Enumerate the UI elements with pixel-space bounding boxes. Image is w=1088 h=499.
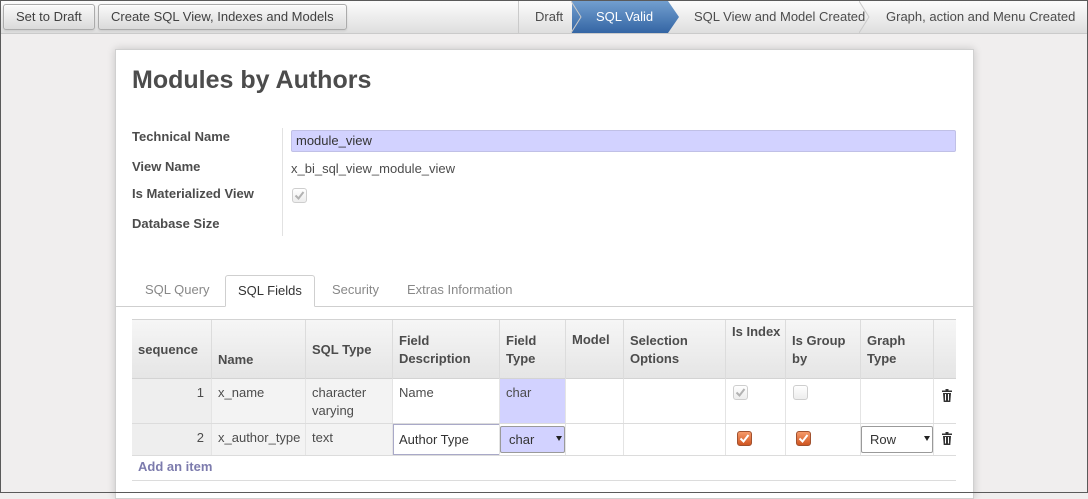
step-graph-action-menu-created[interactable]: Graph, action and Menu Created — [860, 1, 1087, 33]
materialized-view-checkbox[interactable] — [292, 188, 307, 203]
column-header-actions — [933, 320, 956, 379]
dropdown-caret-icon — [924, 436, 930, 441]
cell-is-group-by[interactable] — [785, 424, 860, 455]
view-name-label: View Name — [132, 159, 201, 174]
technical-name-input[interactable]: module_view — [291, 130, 956, 152]
tab-extras-information[interactable]: Extras Information — [395, 275, 525, 307]
table-row[interactable]: 2 x_author_type text Author Type char Ro… — [132, 424, 956, 456]
graph-type-select[interactable]: Row — [861, 426, 933, 453]
column-header-selection-options[interactable]: Selection Options — [623, 320, 725, 379]
field-type-select-value: char — [509, 432, 535, 447]
field-description-input[interactable]: Author Type — [393, 424, 500, 455]
column-header-name[interactable]: Name — [211, 320, 305, 379]
materialized-view-label: Is Materialized View — [132, 186, 254, 201]
cell-is-group-by[interactable] — [785, 379, 860, 423]
table-row[interactable]: 1 x_name character varying Name char — [132, 379, 956, 424]
column-header-model[interactable]: Model — [565, 320, 623, 379]
cell-field-description[interactable]: Name — [392, 379, 499, 423]
step-label: SQL Valid — [596, 9, 654, 24]
is-group-by-checkbox[interactable] — [793, 385, 808, 400]
column-header-sequence[interactable]: sequence — [132, 320, 209, 379]
field-type-select[interactable]: char — [500, 426, 565, 453]
cell-name: x_name — [211, 379, 305, 423]
tab-sql-query[interactable]: SQL Query — [133, 275, 222, 307]
statusbar: Set to Draft Create SQL View, Indexes an… — [1, 1, 1087, 34]
tab-security[interactable]: Security — [320, 275, 391, 307]
tab-sql-fields[interactable]: SQL Fields — [225, 275, 315, 307]
step-separator-icon — [859, 1, 870, 33]
step-label: Graph, action and Menu Created — [886, 9, 1076, 24]
status-steps: Draft SQL Valid SQL View and Model Creat… — [518, 1, 1087, 33]
step-draft[interactable]: Draft — [519, 1, 582, 33]
cell-graph-type: Row — [860, 424, 933, 455]
cell-name: x_author_type — [211, 424, 305, 455]
cell-delete[interactable] — [933, 424, 956, 455]
step-sql-valid[interactable]: SQL Valid — [572, 1, 679, 33]
step-label: SQL View and Model Created — [694, 9, 866, 24]
cell-model[interactable] — [565, 424, 623, 455]
checkmark-icon — [798, 434, 809, 444]
trash-icon[interactable] — [942, 389, 952, 402]
database-size-label: Database Size — [132, 216, 220, 231]
column-header-is-group-by[interactable]: Is Group by — [785, 320, 860, 379]
create-sql-view-button[interactable]: Create SQL View, Indexes and Models — [98, 4, 347, 30]
form-sheet: Modules by Authors Technical Name module… — [115, 49, 974, 499]
cell-sql-type: text — [305, 424, 392, 455]
graph-type-select-value: Row — [870, 432, 897, 447]
step-separator-icon — [571, 1, 582, 33]
cell-field-type: char — [499, 424, 565, 455]
is-group-by-checkbox[interactable] — [796, 431, 811, 446]
column-header-field-description[interactable]: Field Description — [392, 320, 499, 379]
cell-sql-type: character varying — [305, 379, 392, 423]
view-name-value: x_bi_sql_view_module_view — [291, 161, 456, 176]
cell-is-index[interactable] — [725, 424, 785, 455]
dropdown-caret-icon — [556, 436, 562, 441]
cell-sequence: 2 — [132, 424, 211, 455]
checkmark-icon — [735, 388, 746, 398]
column-header-sql-type[interactable]: SQL Type — [305, 320, 392, 379]
column-header-is-index[interactable]: Is Index — [725, 320, 785, 379]
add-an-item-link[interactable]: Add an item — [138, 459, 212, 474]
column-header-field-type[interactable]: Field Type — [499, 320, 565, 379]
cell-field-description: Author Type — [392, 424, 500, 455]
set-to-draft-button[interactable]: Set to Draft — [3, 4, 95, 30]
is-index-checkbox[interactable] — [733, 385, 748, 400]
cell-delete[interactable] — [933, 379, 956, 423]
is-index-checkbox[interactable] — [737, 431, 752, 446]
checkmark-icon — [739, 434, 750, 444]
step-sql-view-model-created[interactable]: SQL View and Model Created — [668, 1, 870, 33]
cell-selection-options[interactable] — [623, 424, 725, 455]
table-footer-line — [132, 480, 956, 481]
cell-selection-options[interactable] — [623, 379, 725, 423]
checkmark-icon — [294, 191, 305, 201]
trash-icon[interactable] — [942, 432, 952, 445]
cell-is-index[interactable] — [725, 379, 785, 423]
column-header-graph-type[interactable]: Graph Type — [860, 320, 933, 379]
page-title: Modules by Authors — [132, 66, 372, 94]
cell-field-type[interactable]: char — [499, 379, 565, 423]
field-group-divider — [282, 128, 283, 236]
technical-name-label: Technical Name — [132, 129, 231, 144]
step-label: Draft — [535, 9, 564, 24]
cell-model[interactable] — [565, 379, 623, 423]
cell-graph-type[interactable] — [860, 379, 933, 423]
step-active-arrow-icon — [668, 1, 679, 33]
table-header: sequence Name SQL Type Field Description… — [132, 319, 956, 379]
cell-sequence: 1 — [132, 379, 211, 423]
